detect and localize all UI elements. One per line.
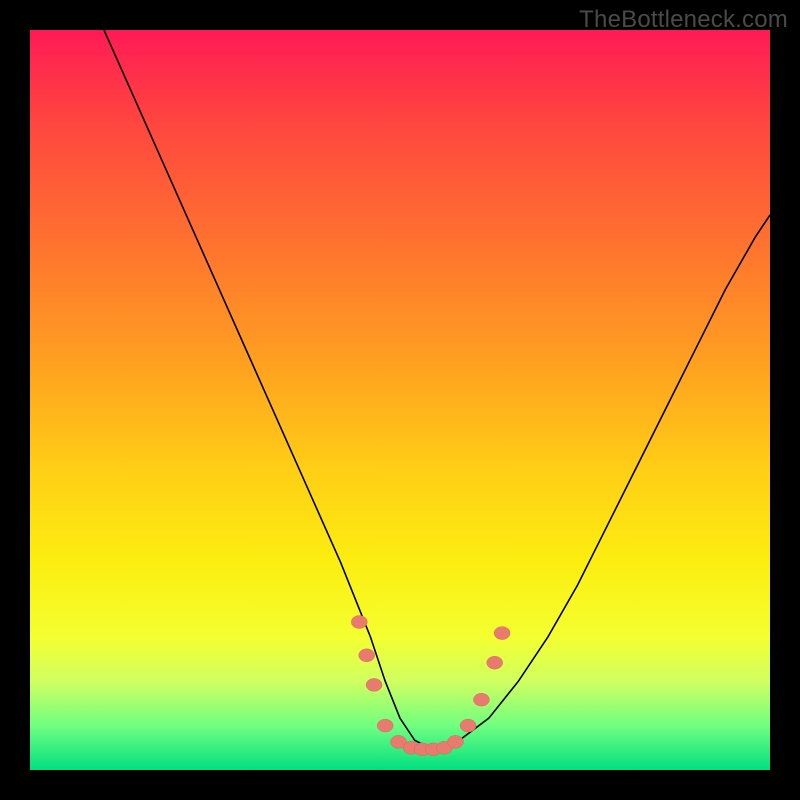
curve-marker [351,616,367,629]
curve-marker [377,719,393,732]
curve-marker [487,656,503,669]
plot-area [30,30,770,770]
curve-marker [359,649,375,662]
curve-marker [494,627,510,640]
curve-marker [460,719,476,732]
chart-frame: TheBottleneck.com [0,0,800,800]
curve-marker [366,678,382,691]
watermark-text: TheBottleneck.com [579,6,788,34]
curve-marker [473,693,489,706]
curve-layer [30,30,770,770]
curve-marker [448,735,464,748]
bottleneck-curve [104,30,770,748]
marker-group [351,616,510,756]
